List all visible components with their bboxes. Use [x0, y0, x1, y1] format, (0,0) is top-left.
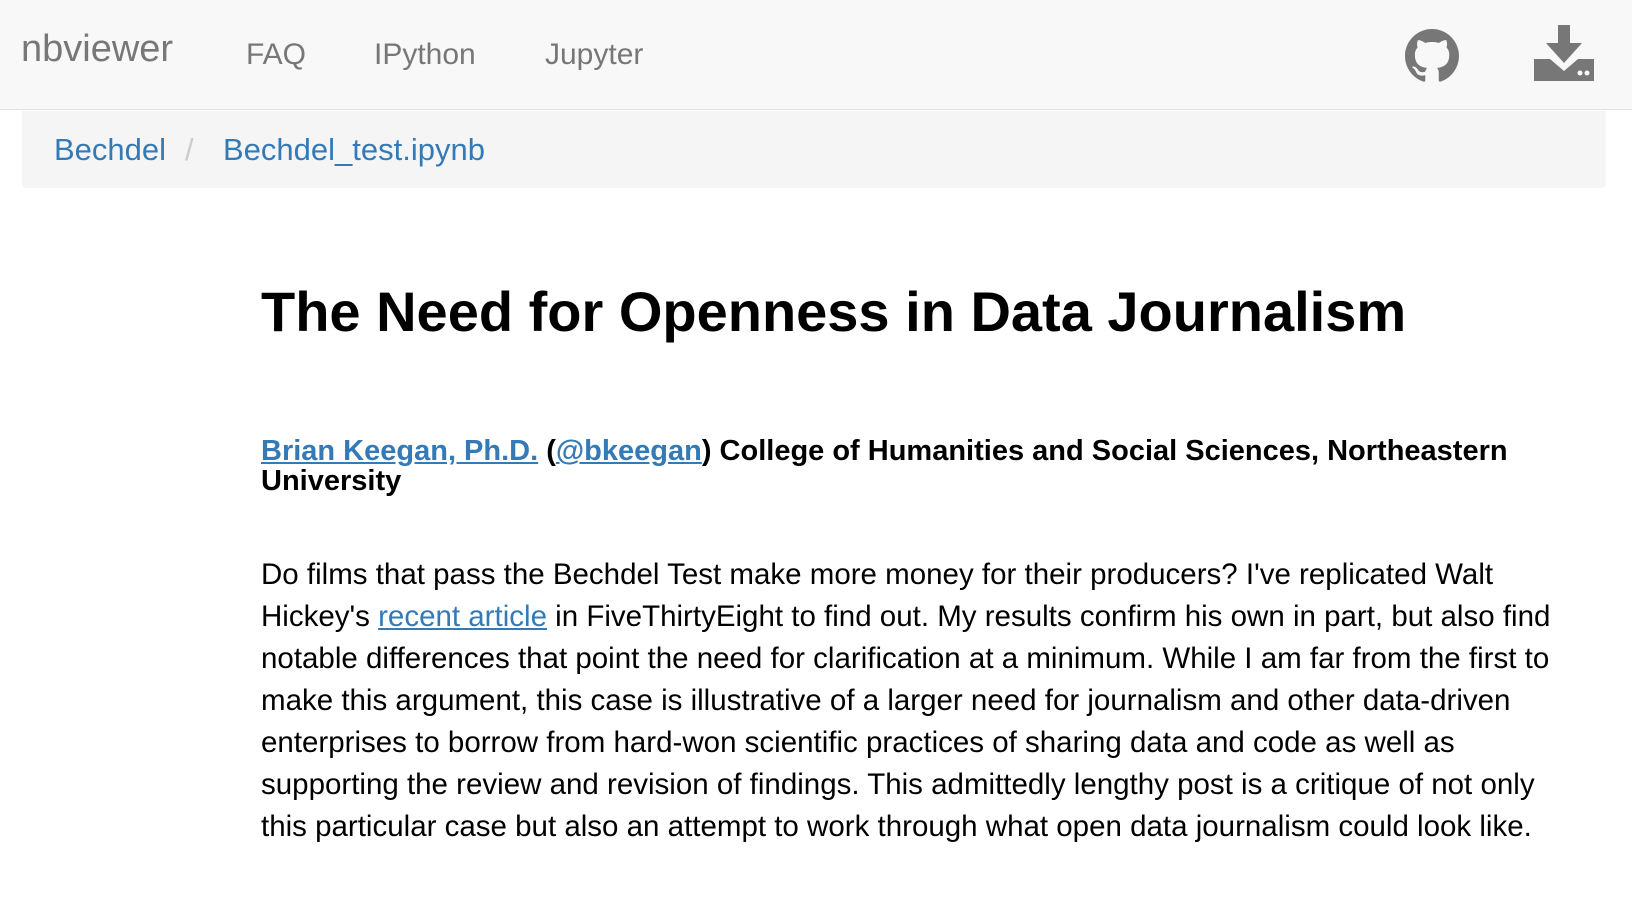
download-icon[interactable] [1534, 25, 1594, 81]
intro-paragraph: Do films that pass the Bechdel Test make… [261, 554, 1581, 848]
author-byline: Brian Keegan, Ph.D. (@bkeegan) College o… [261, 436, 1581, 496]
breadcrumb-item-notebook[interactable]: Bechdel_test.ipynb [223, 132, 485, 167]
author-link[interactable]: Brian Keegan, Ph.D. [261, 435, 538, 467]
top-navbar: nbviewer FAQ IPython Jupyter [0, 0, 1632, 110]
nav-link-jupyter[interactable]: Jupyter [545, 40, 643, 70]
nav-link-faq[interactable]: FAQ [246, 40, 306, 70]
twitter-handle-link[interactable]: @bkeegan [556, 435, 702, 467]
page-title: The Need for Openness in Data Journalism [261, 280, 1407, 343]
breadcrumb: Bechdel / Bechdel_test.ipynb [22, 111, 1606, 188]
intro-text-after: in FiveThirtyEight to find out. My resul… [261, 600, 1551, 844]
notebook-content: The Need for Openness in Data Journalism… [261, 280, 1581, 848]
byline-paren: ( [538, 435, 556, 468]
nav-link-ipython[interactable]: IPython [374, 40, 476, 70]
breadcrumb-item-bechdel[interactable]: Bechdel [54, 132, 166, 167]
breadcrumb-separator: / [185, 132, 194, 167]
github-icon[interactable] [1405, 29, 1459, 83]
recent-article-link[interactable]: recent article [378, 600, 547, 633]
brand-link[interactable]: nbviewer [21, 30, 173, 68]
